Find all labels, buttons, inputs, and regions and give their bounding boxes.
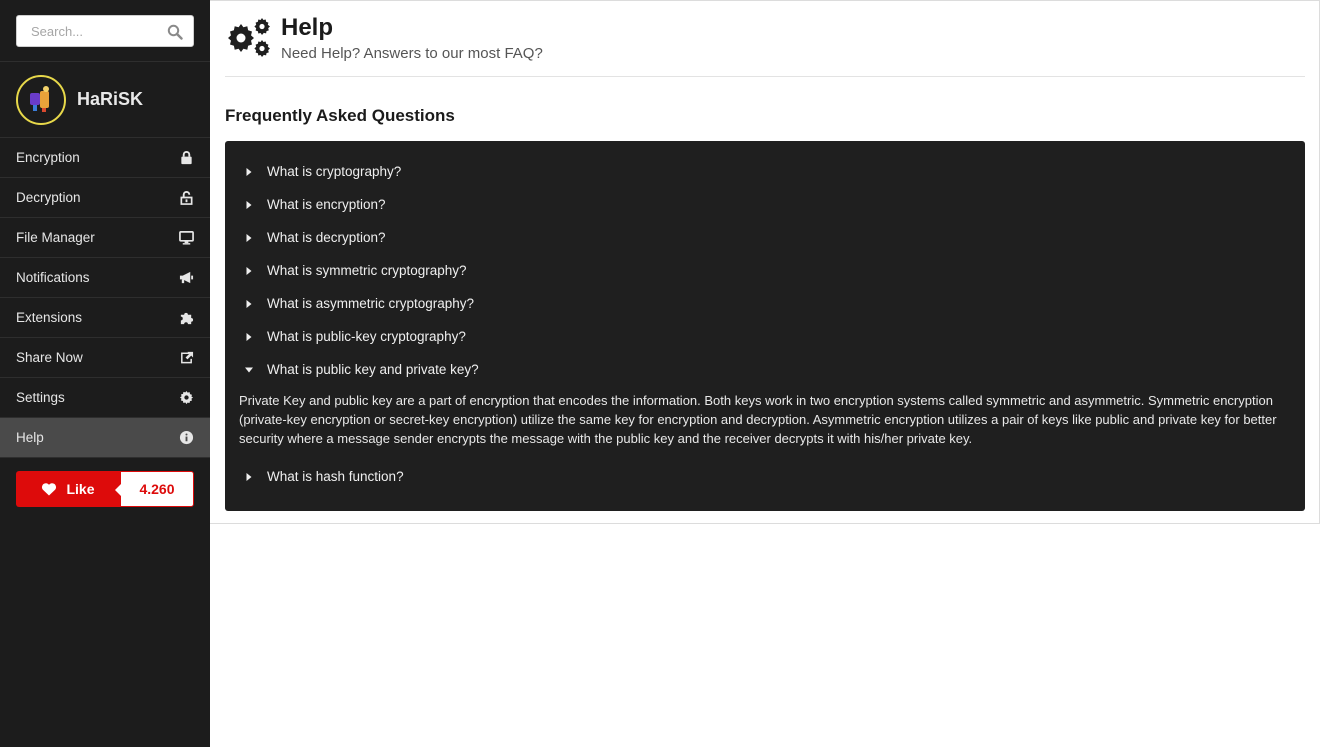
sidebar-item-file-manager[interactable]: File Manager [0, 218, 210, 258]
like-button[interactable]: Like [16, 471, 120, 507]
sidebar-item-label: Settings [16, 390, 65, 405]
caret-right-icon [246, 332, 252, 341]
faq-question-expanded[interactable]: What is public key and private key? [239, 353, 1291, 386]
gear-icon [179, 390, 194, 405]
megaphone-icon [179, 271, 194, 284]
search-section [0, 0, 210, 62]
faq-answer: Private Key and public key are a part of… [239, 393, 1277, 446]
sidebar-item-label: Help [16, 430, 44, 445]
faq-question[interactable]: What is symmetric cryptography? [239, 254, 1291, 287]
faq-question[interactable]: What is public-key cryptography? [239, 320, 1291, 353]
sidebar-item-decryption[interactable]: Decryption [0, 178, 210, 218]
sidebar-item-share-now[interactable]: Share Now [0, 338, 210, 378]
caret-right-icon [246, 299, 252, 308]
like-section: Like 4.260 [0, 458, 210, 520]
faq-question-text: What is asymmetric cryptography? [267, 296, 475, 311]
sidebar-item-label: Encryption [16, 150, 80, 165]
caret-down-icon [245, 367, 253, 372]
faq-question-text: What is public-key cryptography? [267, 329, 466, 344]
header-text: Help Need Help? Answers to our most FAQ? [281, 14, 543, 63]
faq-question-text: What is symmetric cryptography? [267, 263, 467, 278]
faq-question-text: What is hash function? [267, 469, 404, 484]
sidebar-item-help[interactable]: Help [0, 418, 210, 458]
caret-right-icon [246, 266, 252, 275]
search-icon[interactable] [167, 24, 183, 40]
share-icon [181, 351, 194, 364]
gears-icon [228, 18, 270, 57]
sidebar-item-extensions[interactable]: Extensions [0, 298, 210, 338]
faq-question-text: What is encryption? [267, 197, 386, 212]
avatar[interactable] [16, 74, 66, 125]
sidebar-nav: Encryption Decryption File Manager Notif… [0, 138, 210, 458]
sidebar-item-encryption[interactable]: Encryption [0, 138, 210, 178]
caret-right-icon [246, 167, 252, 176]
sidebar-item-notifications[interactable]: Notifications [0, 258, 210, 298]
sidebar: HaRiSK Encryption Decryption File Manage… [0, 0, 210, 747]
sidebar-item-settings[interactable]: Settings [0, 378, 210, 418]
sidebar-item-label: File Manager [16, 230, 95, 245]
heart-icon [42, 483, 57, 496]
faq-question-text: What is cryptography? [267, 164, 402, 179]
profile-name: HaRiSK [77, 89, 144, 109]
faq-question[interactable]: What is decryption? [239, 221, 1291, 254]
sidebar-item-label: Decryption [16, 190, 81, 205]
profile: HaRiSK [0, 62, 210, 138]
page-title: Help [281, 14, 334, 41]
sidebar-item-label: Extensions [16, 310, 83, 325]
like-widget: Like 4.260 [16, 471, 194, 507]
info-icon [179, 430, 194, 445]
like-count: 4.260 [115, 471, 194, 507]
sidebar-item-label: Share Now [16, 350, 83, 365]
main-content: Help Need Help? Answers to our most FAQ?… [210, 0, 1320, 524]
like-label: Like [66, 481, 95, 497]
unlock-icon [180, 191, 193, 205]
faq-question[interactable]: What is cryptography? [239, 155, 1291, 188]
page-subtitle: Need Help? Answers to our most FAQ? [281, 45, 543, 62]
search-box [16, 15, 194, 47]
faq-title: Frequently Asked Questions [225, 106, 455, 125]
faq-question[interactable]: What is encryption? [239, 188, 1291, 221]
caret-right-icon [246, 472, 252, 481]
caret-right-icon [246, 233, 252, 242]
faq-question[interactable]: What is hash function? [239, 460, 1291, 493]
faq-question-text: What is decryption? [267, 230, 386, 245]
caret-right-icon [246, 200, 252, 209]
monitor-icon [179, 231, 194, 245]
page-header: Help Need Help? Answers to our most FAQ? [225, 1, 1305, 77]
lock-icon [181, 151, 192, 165]
faq-question[interactable]: What is asymmetric cryptography? [239, 287, 1291, 320]
sidebar-item-label: Notifications [16, 270, 90, 285]
faq-accordion: What is cryptography? What is encryption… [225, 141, 1305, 511]
faq-question-text: What is public key and private key? [267, 362, 479, 377]
puzzle-icon [180, 312, 194, 325]
avatar-graphic-icon [30, 85, 49, 112]
